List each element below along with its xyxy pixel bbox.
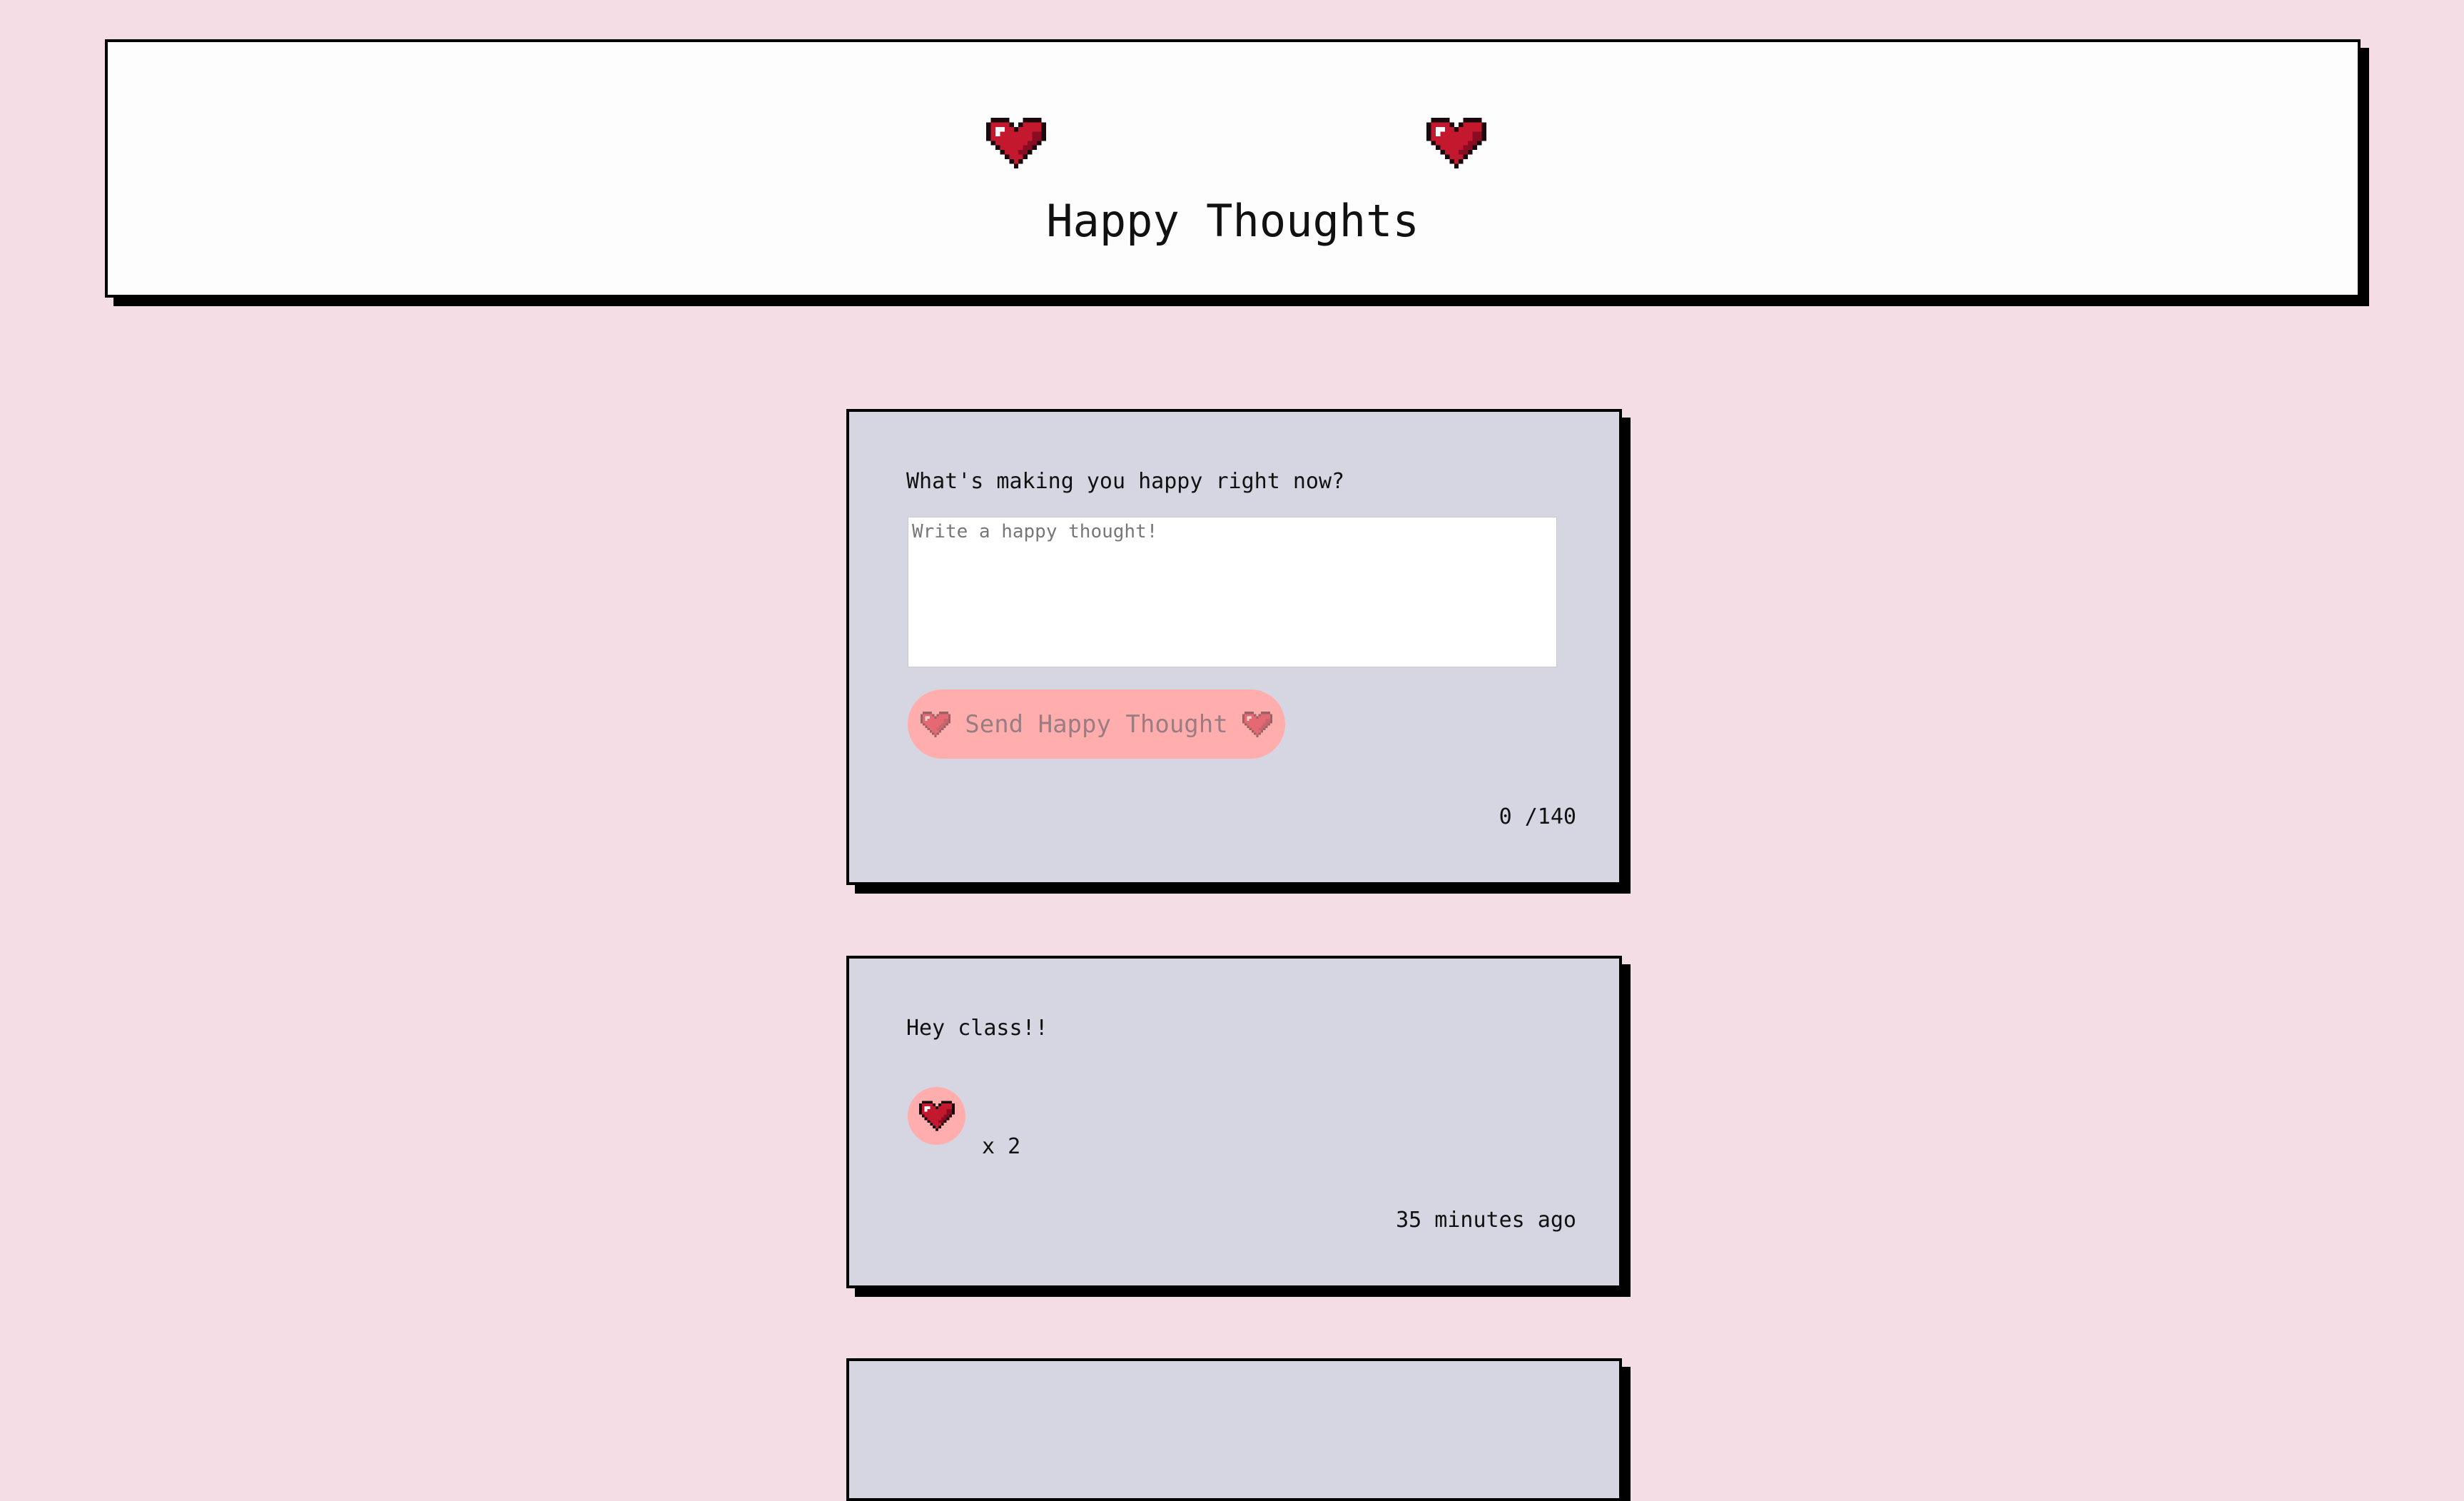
thought-card xyxy=(846,1358,1622,1501)
heart-icon xyxy=(1426,118,1486,168)
like-count: x 2 xyxy=(982,1134,1021,1159)
thought-timestamp: 35 minutes ago xyxy=(1396,1208,1576,1233)
heart-icon xyxy=(986,118,1046,168)
send-thought-label: Send Happy Thought xyxy=(965,709,1228,739)
thought-form: What's making you happy right now? Send … xyxy=(846,409,1622,885)
heart-icon xyxy=(919,1101,955,1131)
heart-icon xyxy=(1242,711,1272,738)
character-counter: 0 /140 xyxy=(1499,804,1576,829)
send-thought-button[interactable]: Send Happy Thought xyxy=(908,689,1285,759)
thought-card: Hey class!! x 2 35 minutes ago xyxy=(846,956,1622,1288)
app-header: Happy Thoughts xyxy=(105,39,2361,298)
thought-message: Hey class!! xyxy=(906,1016,1048,1041)
page-title: Happy Thoughts xyxy=(1046,195,1419,247)
thought-input[interactable] xyxy=(908,517,1557,667)
thought-prompt-label: What's making you happy right now? xyxy=(906,469,1345,494)
like-button[interactable] xyxy=(908,1087,965,1145)
heart-icon xyxy=(921,711,950,738)
